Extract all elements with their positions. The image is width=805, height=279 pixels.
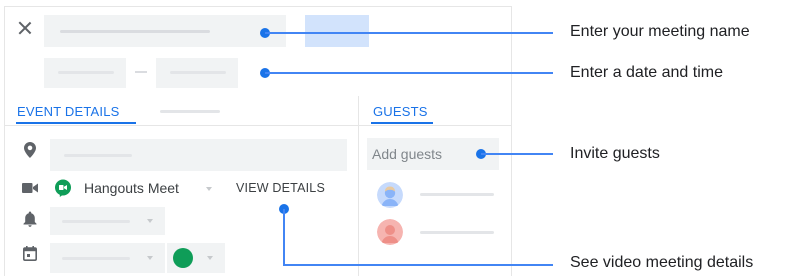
callout-connector xyxy=(283,264,553,266)
save-button[interactable] xyxy=(305,15,369,47)
chevron-down-icon[interactable] xyxy=(207,256,213,260)
callout-connector xyxy=(265,72,553,74)
location-pin-icon xyxy=(24,142,36,158)
event-color-swatch[interactable] xyxy=(172,247,194,269)
callout-date-time: Enter a date and time xyxy=(570,64,723,81)
conference-provider-label[interactable]: Hangouts Meet xyxy=(84,180,179,196)
chevron-down-icon[interactable] xyxy=(147,256,153,260)
guest-name-line xyxy=(420,193,494,196)
tabs-divider xyxy=(4,125,512,126)
close-icon[interactable] xyxy=(18,21,32,35)
tab-placeholder[interactable] xyxy=(160,110,220,113)
calendar-line xyxy=(62,257,130,260)
date-range-dash xyxy=(135,71,147,73)
end-date-line xyxy=(170,71,226,74)
callout-connector xyxy=(265,32,553,34)
notification-line xyxy=(62,220,130,223)
start-date-line xyxy=(58,71,114,74)
meeting-editor-illustration: EVENT DETAILS GUESTS Hangouts Meet VIEW … xyxy=(0,0,805,279)
calendar-icon xyxy=(23,246,37,261)
hangouts-meet-icon xyxy=(55,179,71,197)
location-placeholder-line xyxy=(64,154,132,157)
tab-guests-underline xyxy=(371,122,433,124)
tab-event-details[interactable]: EVENT DETAILS xyxy=(17,104,120,119)
view-details-link[interactable]: VIEW DETAILS xyxy=(236,181,325,195)
tab-event-details-underline xyxy=(16,122,136,124)
add-guests-placeholder: Add guests xyxy=(372,146,443,162)
callout-meeting-name: Enter your meeting name xyxy=(570,23,750,40)
tab-guests[interactable]: GUESTS xyxy=(373,104,428,119)
title-placeholder-line xyxy=(60,30,210,33)
callout-connector xyxy=(481,153,553,155)
callout-connector xyxy=(283,209,285,265)
guest-avatar xyxy=(377,182,403,208)
chevron-down-icon[interactable] xyxy=(147,219,153,223)
callout-invite-guests: Invite guests xyxy=(570,145,660,162)
bell-icon xyxy=(23,211,37,227)
guest-avatar xyxy=(377,219,403,245)
chevron-down-icon[interactable] xyxy=(206,187,212,191)
video-camera-icon xyxy=(22,183,38,193)
column-divider xyxy=(358,96,359,276)
callout-video-details: See video meeting details xyxy=(570,254,754,271)
guest-name-line xyxy=(420,231,494,234)
